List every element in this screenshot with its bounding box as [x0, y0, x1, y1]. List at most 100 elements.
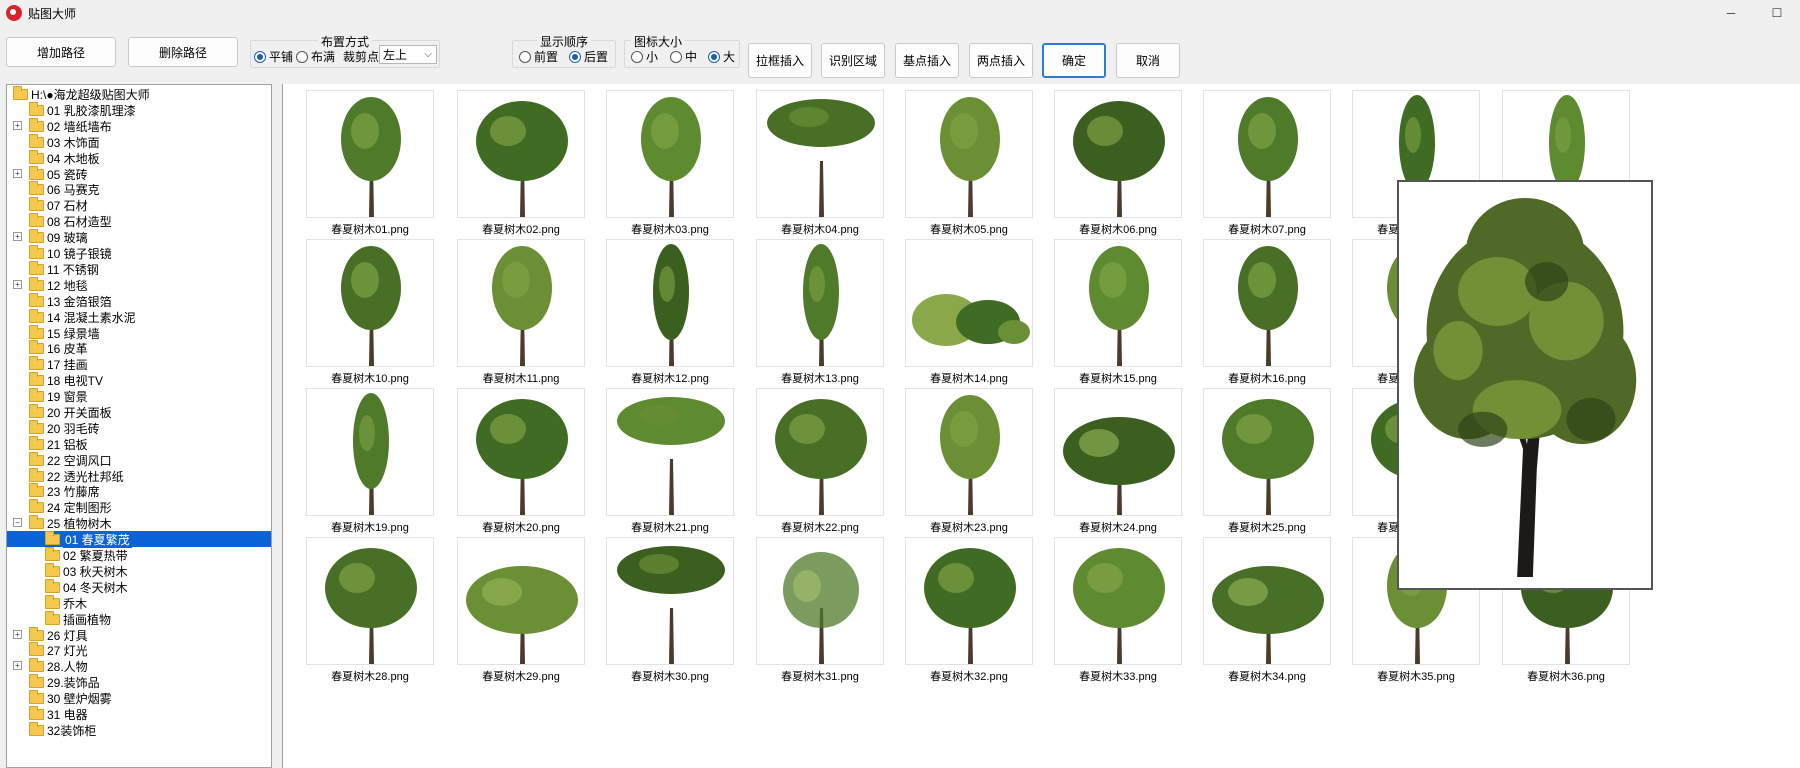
expand-icon[interactable]: + [13, 280, 22, 289]
thumbnail-item[interactable]: 春夏树木31.png [756, 537, 884, 684]
order-front-radio[interactable]: 前置 [519, 48, 558, 65]
thumbnail-item[interactable]: 春夏树木02.png [457, 90, 585, 237]
thumbnail-frame[interactable] [457, 537, 585, 665]
tree-item[interactable]: 04 木地板 [29, 149, 100, 166]
thumbnail-item[interactable]: 春夏树木29.png [457, 537, 585, 684]
thumbnail-frame[interactable] [606, 537, 734, 665]
tree-item[interactable]: +28.人物 [13, 657, 88, 674]
thumbnail-frame[interactable] [1203, 90, 1331, 218]
tree-item[interactable]: 03 秋天树木 [45, 562, 128, 579]
clip-point-select[interactable]: 左上 ⌵ [379, 45, 437, 64]
thumbnail-item[interactable]: 春夏树木23.png [905, 388, 1033, 535]
tree-item[interactable]: 29.装饰品 [29, 673, 100, 690]
thumbnail-frame[interactable] [1054, 388, 1182, 516]
tree-item[interactable]: +09 玻璃 [13, 228, 88, 245]
tree-item[interactable]: 13 金箔银箔 [29, 292, 112, 309]
thumbnail-frame[interactable] [1203, 537, 1331, 665]
tree-root[interactable]: H:\●海龙超级贴图大师 [13, 85, 150, 102]
thumbnail-item[interactable]: 春夏树木32.png [905, 537, 1033, 684]
thumbnail-frame[interactable] [756, 239, 884, 367]
tree-item[interactable]: 32装饰柜 [29, 721, 96, 738]
tree-item[interactable]: +02 墙纸墙布 [13, 117, 112, 134]
thumbnail-item[interactable]: 春夏树木21.png [606, 388, 734, 535]
thumbnail-frame[interactable] [905, 90, 1033, 218]
thumbnail-frame[interactable] [457, 90, 585, 218]
expand-icon[interactable]: + [13, 661, 22, 670]
tree-item[interactable]: 16 皮革 [29, 339, 88, 356]
thumbnail-item[interactable]: 春夏树木22.png [756, 388, 884, 535]
thumbnail-item[interactable]: 春夏树木14.png [905, 239, 1033, 386]
thumbnail-frame[interactable] [1054, 537, 1182, 665]
thumbnail-item[interactable]: 春夏树木30.png [606, 537, 734, 684]
tree-item[interactable]: 02 繁夏热带 [45, 546, 128, 563]
tree-item[interactable]: 11 不锈钢 [29, 260, 99, 277]
thumbnail-frame[interactable] [306, 239, 434, 367]
tree-item[interactable]: 14 混凝土素水泥 [29, 308, 136, 325]
thumbnail-item[interactable]: 春夏树木34.png [1203, 537, 1331, 684]
expand-icon[interactable]: + [13, 121, 22, 130]
thumbnail-item[interactable]: 春夏树木28.png [306, 537, 434, 684]
thumbnail-item[interactable]: 春夏树木11.png [457, 239, 585, 386]
thumbnail-item[interactable]: 春夏树木20.png [457, 388, 585, 535]
thumbnail-item[interactable]: 春夏树木06.png [1054, 90, 1182, 237]
tree-item[interactable]: 10 镜子银镜 [29, 244, 112, 261]
tree-item[interactable]: 27 灯光 [29, 641, 88, 658]
maximize-button[interactable]: ☐ [1754, 0, 1800, 26]
thumbnail-item[interactable]: 春夏树木07.png [1203, 90, 1331, 237]
thumbnail-item[interactable]: 春夏树木05.png [905, 90, 1033, 237]
thumbnail-item[interactable]: 春夏树木13.png [756, 239, 884, 386]
thumbnail-item[interactable]: 春夏树木03.png [606, 90, 734, 237]
thumbnail-frame[interactable] [1054, 239, 1182, 367]
remove-path-button[interactable]: 删除路径 [128, 37, 238, 67]
thumbnail-frame[interactable] [457, 239, 585, 367]
tree-item[interactable]: 20 羽毛砖 [29, 419, 100, 436]
thumbnail-item[interactable]: 春夏树木33.png [1054, 537, 1182, 684]
tree-item-selected[interactable]: 01 春夏繁茂 [7, 530, 271, 548]
base-point-insert-button[interactable]: 基点插入 [895, 43, 959, 78]
tree-item[interactable]: 20 开关面板 [29, 403, 112, 420]
tree-item[interactable]: 乔木 [45, 594, 87, 611]
tree-item[interactable]: 插画植物 [45, 610, 111, 627]
tree-item[interactable]: − 25 植物树木 [13, 514, 112, 531]
folder-tree[interactable]: H:\●海龙超级贴图大师 01 乳胶漆肌理漆 +02 墙纸墙布 03 木饰面 04 木地… [6, 84, 272, 768]
add-path-button[interactable]: 增加路径 [6, 37, 116, 67]
thumbnail-item[interactable]: 春夏树木10.png [306, 239, 434, 386]
thumbnail-item[interactable]: 春夏树木16.png [1203, 239, 1331, 386]
thumbnail-frame[interactable] [606, 239, 734, 367]
cancel-button[interactable]: 取消 [1116, 43, 1180, 78]
thumbnail-item[interactable]: 春夏树木24.png [1054, 388, 1182, 535]
box-insert-button[interactable]: 拉框插入 [748, 43, 812, 78]
minimize-button[interactable]: ─ [1708, 0, 1754, 26]
tree-item[interactable]: +12 地毯 [13, 276, 88, 293]
expand-icon[interactable]: + [13, 232, 22, 241]
size-small-radio[interactable]: 小 [631, 48, 658, 65]
thumbnail-frame[interactable] [905, 388, 1033, 516]
tree-item[interactable]: 04 冬天树木 [45, 578, 128, 595]
thumbnail-frame[interactable] [457, 388, 585, 516]
identify-area-button[interactable]: 识别区域 [821, 43, 885, 78]
confirm-button[interactable]: 确定 [1042, 43, 1106, 78]
expand-icon[interactable]: + [13, 630, 22, 639]
thumbnail-frame[interactable] [905, 239, 1033, 367]
thumbnail-frame[interactable] [1203, 239, 1331, 367]
thumbnail-frame[interactable] [1203, 388, 1331, 516]
tree-item[interactable]: 01 乳胶漆肌理漆 [29, 101, 136, 118]
thumbnail-frame[interactable] [606, 90, 734, 218]
thumbnail-item[interactable]: 春夏树木19.png [306, 388, 434, 535]
thumbnail-frame[interactable] [306, 537, 434, 665]
tree-item[interactable]: 30 壁炉烟雾 [29, 689, 112, 706]
layout-fill-radio[interactable]: 布满 [296, 48, 335, 65]
thumbnail-frame[interactable] [306, 90, 434, 218]
size-medium-radio[interactable]: 中 [670, 48, 697, 65]
collapse-icon[interactable]: − [13, 518, 22, 527]
order-back-radio[interactable]: 后置 [569, 48, 608, 65]
tree-item[interactable]: 18 电视TV [29, 371, 103, 388]
thumbnail-frame[interactable] [606, 388, 734, 516]
expand-icon[interactable]: + [13, 169, 22, 178]
tree-item[interactable]: 03 木饰面 [29, 133, 100, 150]
tree-item[interactable]: 24 定制图形 [29, 498, 112, 515]
thumbnail-frame[interactable] [905, 537, 1033, 665]
thumbnail-frame[interactable] [306, 388, 434, 516]
tree-item[interactable]: 22 空调风口 [29, 451, 112, 468]
tree-item[interactable]: 19 窗景 [29, 387, 88, 404]
